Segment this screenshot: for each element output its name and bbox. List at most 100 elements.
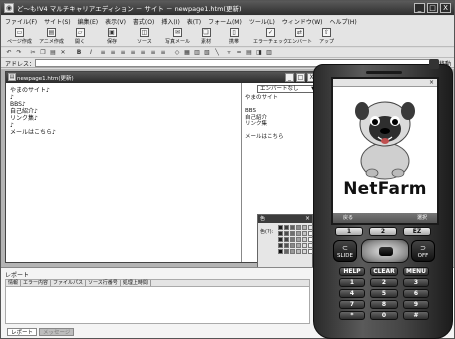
- anime-create-button[interactable]: ▤ アニメ作成: [39, 28, 64, 46]
- key-star[interactable]: *: [339, 311, 365, 320]
- column-header[interactable]: 情報: [6, 280, 22, 286]
- menu-tools[interactable]: ツール(L): [249, 17, 275, 26]
- mobile-button[interactable]: ▯ 携帯: [229, 28, 239, 46]
- convert-select[interactable]: エンバートなし ▼: [257, 85, 317, 93]
- color-swatch[interactable]: [284, 231, 289, 236]
- menu-table[interactable]: 表(T): [187, 17, 201, 26]
- column-header[interactable]: 処理上時間: [121, 280, 151, 286]
- list-icon[interactable]: ≡: [129, 49, 137, 57]
- align-left-icon[interactable]: ≡: [99, 49, 107, 57]
- key-3[interactable]: 3: [403, 278, 429, 287]
- form-icon[interactable]: ▤: [245, 49, 253, 57]
- menu-format[interactable]: 書式(O): [133, 17, 154, 26]
- page-create-button[interactable]: ▭ ページ作成: [7, 28, 32, 46]
- color-swatch[interactable]: [284, 225, 289, 230]
- photo-mail-button[interactable]: ✉ 写真メール: [165, 28, 190, 46]
- color-swatch[interactable]: [296, 225, 301, 230]
- line-icon[interactable]: ≡: [159, 49, 167, 57]
- italic-icon[interactable]: I: [87, 49, 95, 57]
- color-swatch[interactable]: [278, 243, 283, 248]
- key-6[interactable]: 6: [403, 289, 429, 298]
- open-button[interactable]: ▱ 開く: [75, 28, 85, 46]
- report-list[interactable]: [5, 287, 310, 324]
- key-2[interactable]: 2: [370, 278, 398, 287]
- menu-help[interactable]: ヘルプ(H): [329, 17, 356, 26]
- color-swatch[interactable]: [296, 243, 301, 248]
- help-key[interactable]: HELP: [339, 267, 365, 276]
- maximize-button[interactable]: □: [427, 3, 438, 13]
- menu-insert[interactable]: 挿入(I): [161, 17, 179, 26]
- soft-key-right[interactable]: 選択: [417, 214, 427, 221]
- doc-minimize-button[interactable]: _: [285, 73, 294, 82]
- bold-icon[interactable]: B: [75, 49, 83, 57]
- tab-report[interactable]: レポート: [7, 328, 38, 336]
- table-icon[interactable]: ▦: [183, 49, 191, 57]
- key-0[interactable]: 0: [370, 311, 398, 320]
- key-8[interactable]: 8: [370, 300, 398, 309]
- color-swatch[interactable]: [278, 231, 283, 236]
- column-header[interactable]: エラー内容: [21, 280, 52, 286]
- color-swatch[interactable]: [302, 231, 307, 236]
- menu-file[interactable]: ファイル(F): [5, 17, 37, 26]
- shape-icon[interactable]: ◇: [173, 49, 181, 57]
- hr-icon[interactable]: ═: [235, 49, 243, 57]
- key-4[interactable]: 4: [339, 289, 365, 298]
- color-swatch[interactable]: [302, 243, 307, 248]
- menu-site[interactable]: サイト(S): [44, 17, 71, 26]
- align-right-icon[interactable]: ≡: [119, 49, 127, 57]
- key-ez[interactable]: EZ: [403, 227, 431, 236]
- color-swatch[interactable]: [278, 249, 283, 254]
- phone-close-icon[interactable]: ×: [429, 79, 434, 87]
- minimize-button[interactable]: _: [414, 3, 425, 13]
- key-1[interactable]: 1: [339, 278, 365, 287]
- error-check-button[interactable]: ✓ エラーチェック: [253, 28, 288, 46]
- color-swatch[interactable]: [290, 225, 295, 230]
- marquee-icon[interactable]: ▿: [225, 49, 233, 57]
- slide-button[interactable]: ⊂ SLIDE: [333, 240, 357, 262]
- tab-message[interactable]: メッセージ: [39, 328, 75, 336]
- preview-icon[interactable]: ◨: [255, 49, 263, 57]
- paste-icon[interactable]: ▤: [49, 49, 57, 57]
- color-swatch[interactable]: [302, 225, 307, 230]
- column-header[interactable]: ファイルパス: [51, 280, 87, 286]
- grid-icon[interactable]: ▥: [265, 49, 273, 57]
- color-swatch[interactable]: [290, 249, 295, 254]
- pen-icon[interactable]: ╲: [213, 49, 221, 57]
- color-swatch[interactable]: [284, 249, 289, 254]
- key-top-1[interactable]: 1: [335, 227, 363, 236]
- doc-maximize-button[interactable]: □: [296, 73, 305, 82]
- nav-pad[interactable]: [361, 239, 409, 263]
- menu-form[interactable]: フォーム(M): [208, 17, 242, 26]
- color-swatch[interactable]: [302, 249, 307, 254]
- image-icon[interactable]: ▥: [193, 49, 201, 57]
- redo-icon[interactable]: ↷: [15, 49, 23, 57]
- color-swatch[interactable]: [296, 231, 301, 236]
- cut-icon[interactable]: ✂: [29, 49, 37, 57]
- menu-window[interactable]: ウィンドウ(W): [282, 17, 323, 26]
- soft-key-left[interactable]: 戻る: [343, 214, 353, 221]
- outdent-icon[interactable]: ≡: [149, 49, 157, 57]
- copy-icon[interactable]: ❐: [39, 49, 47, 57]
- color-swatch[interactable]: [278, 225, 283, 230]
- color-swatch[interactable]: [296, 249, 301, 254]
- menu-key[interactable]: MENU: [403, 267, 429, 276]
- menu-view[interactable]: 表示(V): [105, 17, 126, 26]
- html-editor[interactable]: やまのサイト♪ ♪ BBS♪ 自己紹介♪ リンク集♪ ♪ メールはこちら♪: [6, 83, 242, 262]
- key-top-2[interactable]: 2: [369, 227, 397, 236]
- clear-key[interactable]: CLEAR: [370, 267, 398, 276]
- undo-icon[interactable]: ↶: [5, 49, 13, 57]
- column-header[interactable]: ソース行番号: [86, 280, 121, 286]
- convert-button[interactable]: ⇄ エンバート: [287, 28, 312, 46]
- align-center-icon[interactable]: ≡: [109, 49, 117, 57]
- color-swatch[interactable]: [290, 237, 295, 242]
- color-swatch[interactable]: [284, 237, 289, 242]
- key-hash[interactable]: #: [403, 311, 429, 320]
- off-button[interactable]: ⊃ OFF: [411, 240, 435, 262]
- palette-close-icon[interactable]: ×: [305, 215, 310, 223]
- key-7[interactable]: 7: [339, 300, 365, 309]
- upload-button[interactable]: ⇧ アップ: [319, 28, 334, 46]
- key-5[interactable]: 5: [370, 289, 398, 298]
- color-swatch[interactable]: [290, 243, 295, 248]
- color-swatch[interactable]: [284, 243, 289, 248]
- indent-icon[interactable]: ≡: [139, 49, 147, 57]
